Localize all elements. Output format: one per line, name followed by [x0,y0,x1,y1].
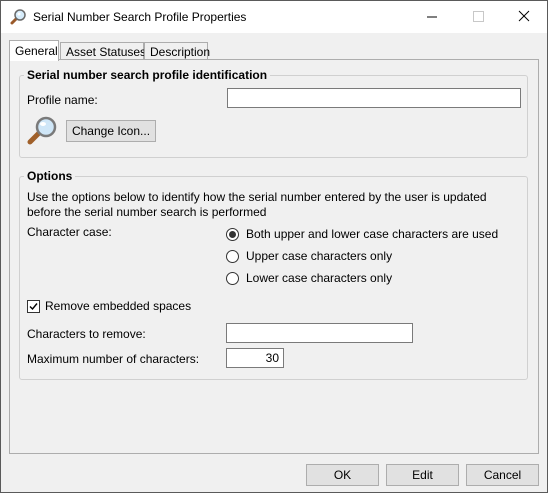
max-chars-input[interactable] [226,348,284,368]
radio-button[interactable] [226,250,239,263]
general-tab-panel: Serial number search profile identificat… [9,59,539,454]
magnifier-app-icon [10,9,26,25]
edit-button[interactable]: Edit [386,464,459,486]
cancel-button[interactable]: Cancel [466,464,539,486]
chars-to-remove-input[interactable] [226,323,413,343]
change-icon-button[interactable]: Change Icon... [66,120,156,142]
profile-name-label: Profile name: [27,93,98,107]
remove-spaces-checkbox[interactable] [27,300,40,313]
chars-to-remove-label: Characters to remove: [27,327,146,341]
ok-button[interactable]: OK [306,464,379,486]
profile-name-input[interactable] [227,88,521,108]
radio-button[interactable] [226,272,239,285]
magnifier-icon [27,116,57,145]
close-icon [518,10,530,22]
identification-group-title: Serial number search profile identificat… [24,68,271,82]
checkmark-icon [29,303,38,311]
case-option-label: Lower case characters only [246,271,393,285]
radio-selected-dot [229,231,236,238]
options-description: Use the options below to identify how th… [27,190,487,219]
tab-general[interactable]: General [9,40,59,61]
options-group-title: Options [24,169,76,183]
minimize-button[interactable] [409,1,455,32]
window-title: Serial Number Search Profile Properties [33,10,247,24]
radio-button[interactable] [226,228,239,241]
case-option-label: Upper case characters only [246,249,393,263]
tab-description[interactable]: Description [144,42,210,60]
maximize-button[interactable] [455,1,501,32]
case-option-label: Both upper and lower case characters are… [246,227,499,241]
maximize-icon [473,11,484,22]
title-bar: Serial Number Search Profile Properties [1,1,547,33]
options-group: Options Use the options below to identif… [19,169,528,380]
minimize-icon [427,16,437,18]
identification-group: Serial number search profile identificat… [19,68,528,158]
properties-dialog: Serial Number Search Profile Properties … [0,0,548,493]
remove-spaces-label: Remove embedded spaces [45,299,192,313]
character-case-label: Character case: [27,225,112,239]
max-chars-label: Maximum number of characters: [27,352,200,366]
close-button[interactable] [501,1,547,32]
tab-asset-statuses[interactable]: Asset Statuses [60,42,146,60]
